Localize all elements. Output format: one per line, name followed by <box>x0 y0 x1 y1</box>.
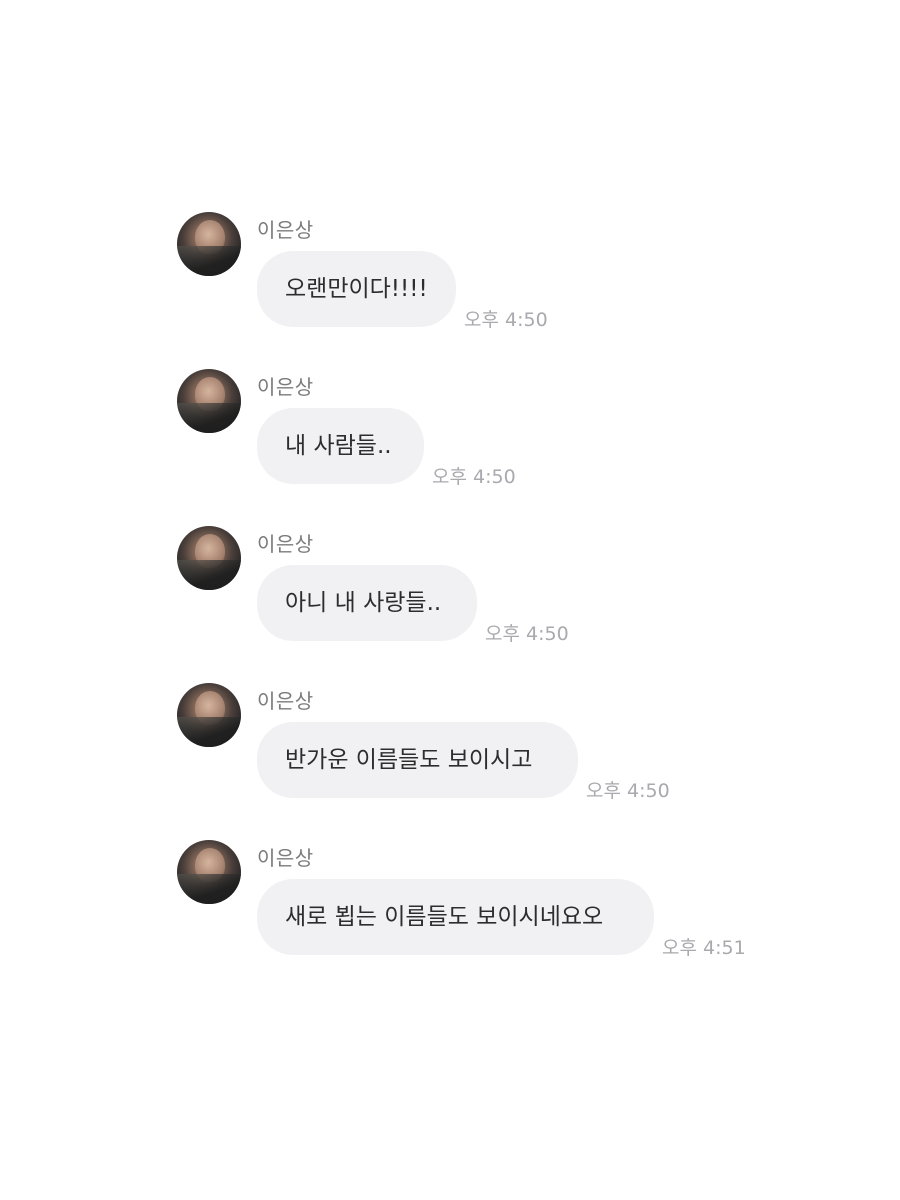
message-timestamp: 오후 4:50 <box>464 309 548 331</box>
sender-name: 이은상 <box>257 375 314 399</box>
message-bubble[interactable]: 아니 내 사랑들.. <box>257 565 477 641</box>
sender-avatar[interactable] <box>177 526 241 590</box>
chat-message: 이은상 새로 뵙는 이름들도 보이시네요오 오후 4:51 <box>0 840 900 990</box>
message-bubble[interactable]: 반가운 이름들도 보이시고 <box>257 722 578 798</box>
sender-avatar[interactable] <box>177 840 241 904</box>
message-timestamp: 오후 4:50 <box>586 780 670 802</box>
message-bubble[interactable]: 새로 뵙는 이름들도 보이시네요오 <box>257 879 654 955</box>
chat-message: 이은상 반가운 이름들도 보이시고 오후 4:50 <box>0 683 900 833</box>
sender-avatar[interactable] <box>177 683 241 747</box>
message-timestamp: 오후 4:50 <box>432 466 516 488</box>
message-timestamp: 오후 4:51 <box>662 937 746 959</box>
sender-name: 이은상 <box>257 689 314 713</box>
sender-avatar[interactable] <box>177 369 241 433</box>
sender-name: 이은상 <box>257 218 314 242</box>
chat-message: 이은상 오랜만이다!!!! 오후 4:50 <box>0 212 900 362</box>
message-bubble[interactable]: 내 사람들.. <box>257 408 424 484</box>
chat-message: 이은상 아니 내 사랑들.. 오후 4:50 <box>0 526 900 676</box>
sender-name: 이은상 <box>257 846 314 870</box>
message-bubble[interactable]: 오랜만이다!!!! <box>257 251 456 327</box>
sender-name: 이은상 <box>257 532 314 556</box>
message-timestamp: 오후 4:50 <box>485 623 569 645</box>
chat-message: 이은상 내 사람들.. 오후 4:50 <box>0 369 900 519</box>
sender-avatar[interactable] <box>177 212 241 276</box>
